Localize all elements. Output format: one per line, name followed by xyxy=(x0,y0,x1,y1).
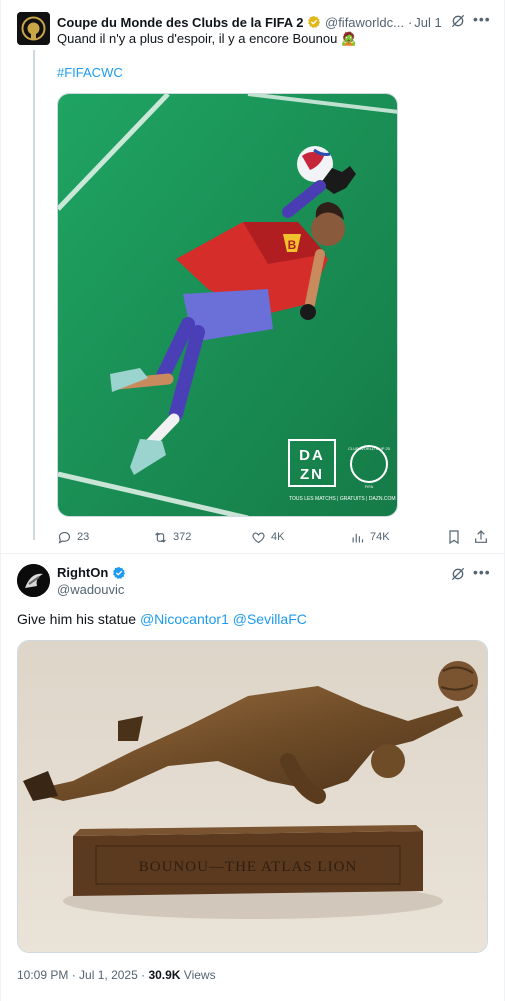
dazn-logo-bottom: ZN xyxy=(300,466,324,483)
verified-blue-icon xyxy=(113,566,126,579)
grok-icon[interactable] xyxy=(450,566,466,582)
main-tweet-text: Give him his statue @Nicocantor1 @Sevill… xyxy=(17,611,307,627)
repost-icon xyxy=(155,531,166,543)
reply-count: 23 xyxy=(77,531,90,543)
separator-dot: · xyxy=(407,14,413,30)
bookmark-icon[interactable] xyxy=(446,529,462,545)
more-icon[interactable]: ••• xyxy=(473,564,491,580)
cwc-logo-text: CLUB WORLD CUP 25 xyxy=(348,446,390,451)
main-display-name[interactable]: RightOn xyxy=(57,565,108,580)
dazn-logo-top: DA xyxy=(299,447,325,464)
mention-sevillafc[interactable]: @SevillaFC xyxy=(233,611,307,627)
mention-nicocantor[interactable]: @Nicocantor1 xyxy=(140,611,229,627)
meta-separator: · xyxy=(68,968,80,982)
like-button[interactable]: 4K xyxy=(251,528,284,546)
image-footer-text: TOUS LES MATCHS | GRATUITS | DAZN.COM xyxy=(289,496,396,502)
more-icon[interactable]: ••• xyxy=(473,11,491,27)
reply-button[interactable]: 23 xyxy=(57,528,89,546)
quoted-display-name[interactable]: Coupe du Monde des Clubs de la FIFA 2... xyxy=(57,15,303,30)
cwc-logo-sub: FIFA xyxy=(365,484,374,489)
reply-icon xyxy=(58,531,71,544)
repost-button[interactable]: 372 xyxy=(153,528,191,546)
fifa-avatar[interactable] xyxy=(17,12,50,45)
quoted-timestamp[interactable]: Jul 1 xyxy=(414,15,441,30)
views-icon xyxy=(352,533,364,542)
like-icon xyxy=(252,532,265,543)
verified-gold-icon xyxy=(308,15,321,28)
views-button[interactable]: 74K xyxy=(350,528,390,546)
quoted-tweet-image[interactable]: B DA ZN CLUB WORLD CUP 25 FIFA TOUS LES … xyxy=(57,93,398,517)
main-author: RightOn xyxy=(57,565,126,580)
tweet-divider xyxy=(1,553,505,554)
repost-count: 372 xyxy=(173,531,192,543)
righton-avatar[interactable] xyxy=(17,564,50,597)
thread-line xyxy=(33,50,35,540)
views-count: 74K xyxy=(370,531,390,543)
like-count: 4K xyxy=(271,531,285,543)
plaque-text: BOUNOU—THE ATLAS LION xyxy=(139,859,358,875)
quoted-handle[interactable]: @fifaworldc... xyxy=(325,15,404,30)
view-count[interactable]: 30.9K xyxy=(148,968,180,982)
tweet-time[interactable]: 10:09 PM xyxy=(17,968,68,982)
tweet-date[interactable]: Jul 1, 2025 xyxy=(79,968,138,982)
meta-separator: · xyxy=(137,968,149,982)
hashtag-link[interactable]: #FIFACWC xyxy=(57,65,123,80)
views-label: Views xyxy=(180,968,216,982)
tweet-text-prefix: Give him his statue xyxy=(17,611,140,627)
quoted-tweet-actions: 23 372 4K 74K xyxy=(57,528,497,546)
share-icon[interactable] xyxy=(473,529,489,545)
tweet-thread: Coupe du Monde des Clubs de la FIFA 2...… xyxy=(0,0,505,1001)
quoted-tweet-text: Quand il n'y a plus d'espoir, il y a enc… xyxy=(57,31,358,46)
statue-image[interactable]: BOUNOU—THE ATLAS LION xyxy=(17,640,488,953)
quoted-tweet-header: Coupe du Monde des Clubs de la FIFA 2...… xyxy=(57,12,497,32)
grok-icon[interactable] xyxy=(450,13,466,29)
main-handle[interactable]: @wadouvic xyxy=(57,582,124,597)
tweet-meta: 10:09 PM · Jul 1, 2025 · 30.9K Views xyxy=(17,968,216,982)
crest-letter: B xyxy=(288,238,297,252)
